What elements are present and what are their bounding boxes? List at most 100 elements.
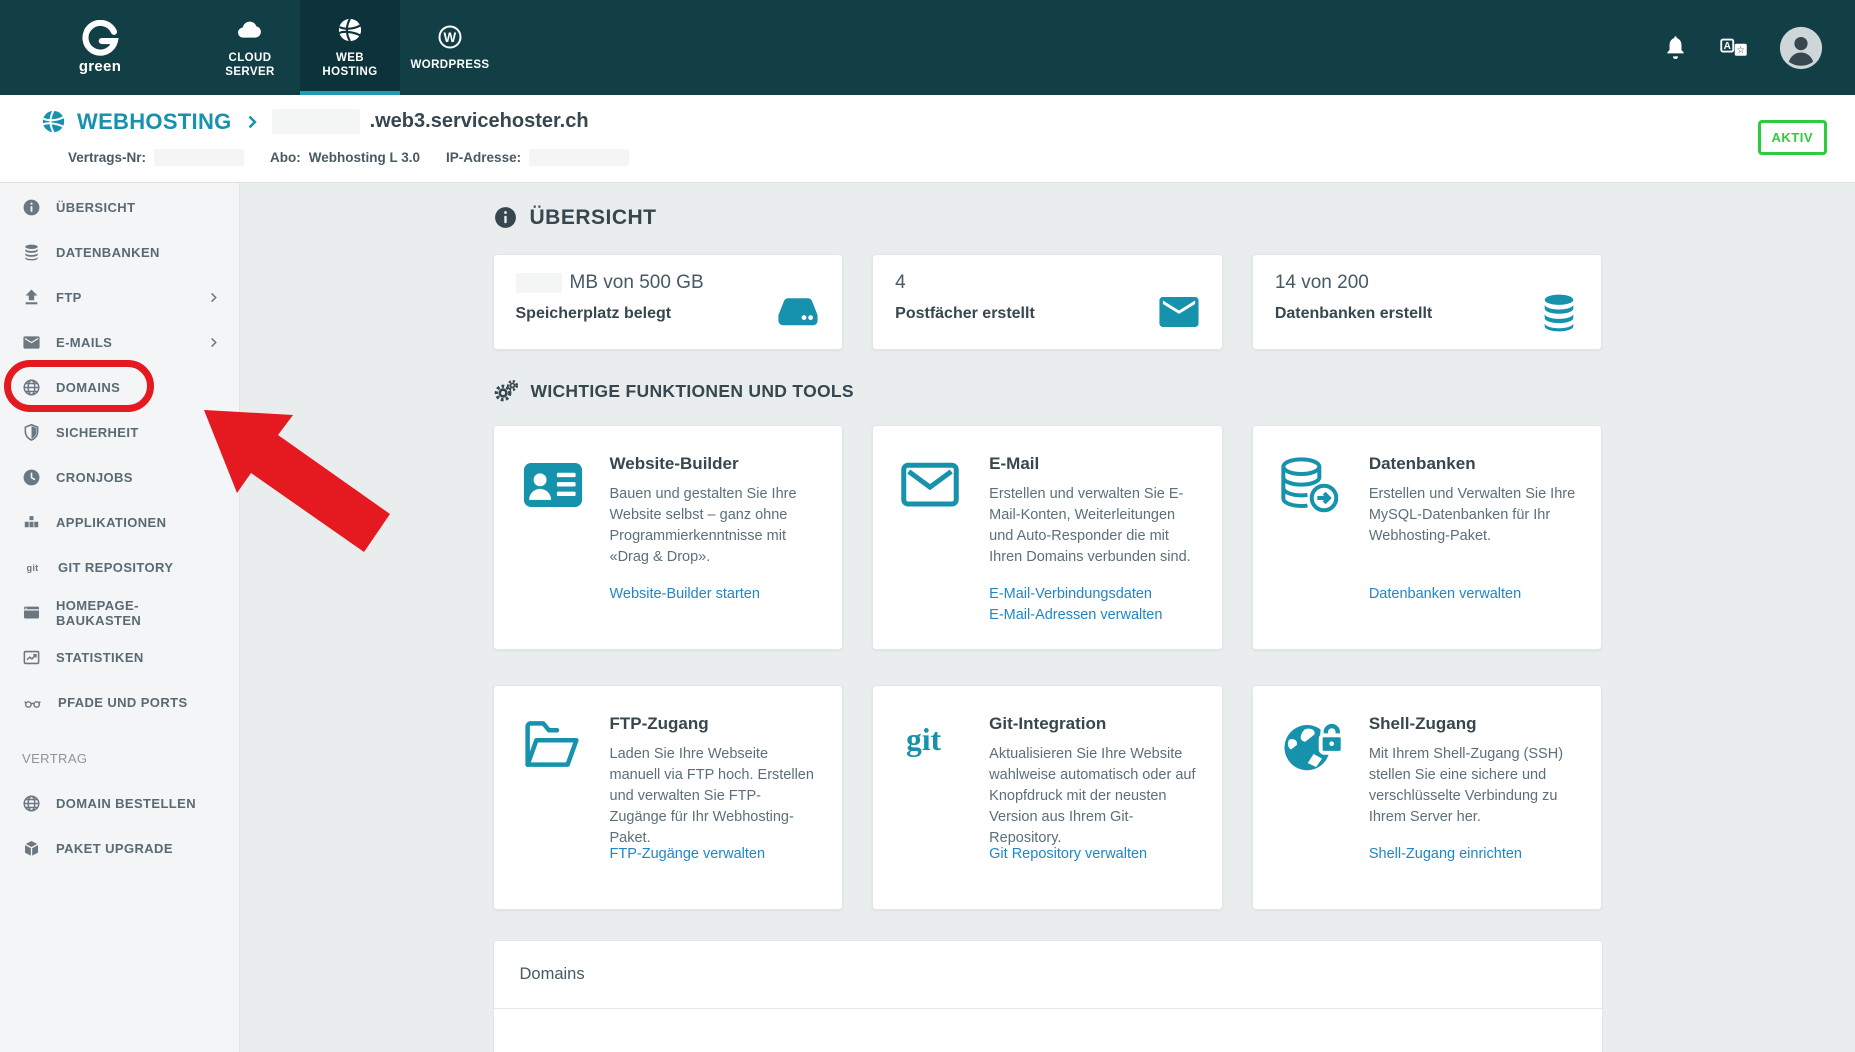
idcard-icon [518, 454, 590, 649]
tool-link-website-builder-starten[interactable]: Website-Builder starten [610, 584, 823, 605]
sidebar-item-git-repository[interactable]: git GIT REPOSITORY [0, 545, 239, 590]
tool-description: Aktualisieren Sie Ihre Website wahlweise… [989, 744, 1198, 849]
package-icon [22, 839, 41, 858]
mail-outline-icon [897, 454, 969, 649]
overview-heading: ÜBERSICHT [493, 205, 1603, 230]
wordpress-icon: W [436, 23, 464, 51]
stat-card-datenbanken-erstellt: 14 von 200 Datenbanken erstellt [1252, 254, 1603, 350]
redacted-ip-address [529, 149, 629, 166]
chevron-right-icon [206, 290, 221, 305]
navbar-right: A ☆ [1662, 0, 1855, 95]
stat-card-speicherplatz-belegt: MB von 500 GB Speicherplatz belegt [493, 254, 844, 350]
stat-card-postfa-cher-erstellt: 4 Postfächer erstellt [872, 254, 1223, 350]
browser-icon [22, 603, 41, 622]
tool-card-ftp-zugang: FTP-Zugang Laden Sie Ihre Webseite manue… [493, 685, 844, 910]
tool-card-git-integration: git Git-Integration Aktualisieren Sie Ih… [872, 685, 1223, 910]
contract-header: WEBHOSTING .web3.servicehoster.ch Vertra… [0, 95, 1855, 183]
sidebar-item-statistiken[interactable]: STATISTIKEN [0, 635, 239, 680]
sidebar-item-domain-bestellen[interactable]: DOMAIN BESTELLEN [0, 781, 239, 826]
sidebar-item-homepage-baukasten[interactable]: HOMEPAGE-BAUKASTEN [0, 590, 239, 635]
contract-meta: Vertrags-Nr: Abo: Webhosting L 3.0 IP-Ad… [68, 149, 629, 166]
chart-icon [22, 648, 41, 667]
tool-link-datenbanken-verwalten[interactable]: Datenbanken verwalten [1369, 584, 1582, 605]
tab-cloud-server[interactable]: CLOUD SERVER [200, 0, 300, 95]
globe-icon [22, 794, 41, 813]
sidebar-section-vertrag: VERTRAG [0, 736, 239, 781]
gears-icon [493, 378, 519, 404]
info-icon [493, 205, 518, 230]
sidebar-item-u-bersicht[interactable]: ÜBERSICHT [0, 185, 239, 230]
cloud-icon [236, 16, 264, 44]
database-arrow-icon [1277, 454, 1349, 649]
sidebar-item-datenbanken[interactable]: DATENBANKEN [0, 230, 239, 275]
mail-icon [22, 333, 41, 352]
svg-text:W: W [443, 30, 456, 45]
git-icon: git [22, 558, 43, 577]
tool-card-e-mail: E-Mail Erstellen und verwalten Sie E-Mai… [872, 425, 1223, 650]
stat-label: Datenbanken erstellt [1275, 305, 1580, 323]
tool-link-e-mail-verbindungsdaten[interactable]: E-Mail-Verbindungsdaten [989, 584, 1202, 605]
main-content: ÜBERSICHT MB von 500 GB Speicherplatz be… [240, 183, 1855, 1052]
sidebar-item-ftp[interactable]: FTP [0, 275, 239, 320]
tool-link-shell-zugang-einrichten[interactable]: Shell-Zugang einrichten [1369, 844, 1582, 865]
globe-lock-icon [1277, 714, 1349, 909]
tool-card-shell-zugang: Shell-Zugang Mit Ihrem Shell-Zugang (SSH… [1252, 685, 1603, 910]
tool-title: E-Mail [989, 454, 1198, 474]
tool-link-e-mail-adressen-verwalten[interactable]: E-Mail-Adressen verwalten [989, 605, 1202, 626]
sidebar-item-pfade-und-ports[interactable]: PFADE UND PORTS [0, 680, 239, 725]
breadcrumb: WEBHOSTING .web3.servicehoster.ch [40, 108, 589, 135]
svg-text:git: git [26, 563, 38, 573]
product-tabs: CLOUD SERVER WEB HOSTING W WORDPRESS [200, 0, 500, 95]
account-icon[interactable] [1779, 26, 1823, 70]
svg-text:A: A [1724, 41, 1731, 52]
stat-value: 4 [895, 272, 1200, 294]
tools-grid: Website-Builder Bauen und gestalten Sie … [493, 425, 1603, 910]
shield-icon [22, 423, 41, 442]
logo-label: green [79, 58, 121, 75]
tool-card-datenbanken: Datenbanken Erstellen und Verwalten Sie … [1252, 425, 1603, 650]
green-logo[interactable]: green [0, 0, 200, 95]
sidebar-item-paket-upgrade[interactable]: PAKET UPGRADE [0, 826, 239, 871]
tool-title: Website-Builder [610, 454, 819, 474]
tool-link-ftp-zuga-nge-verwalten[interactable]: FTP-Zugänge verwalten [610, 844, 823, 865]
svg-text:git: git [906, 722, 941, 757]
domains-panel: Domains [493, 940, 1603, 1052]
sidebar-item-applikationen[interactable]: APPLIKATIONEN [0, 500, 239, 545]
globe-icon [22, 378, 41, 397]
top-navbar: green CLOUD SERVER WEB HOSTING W WORDPRE… [0, 0, 1855, 95]
sidebar: ÜBERSICHT DATENBANKEN FTP E-MAILS DOMAIN… [0, 183, 240, 1052]
stat-database-icon [1537, 291, 1581, 335]
sidebar-item-domains[interactable]: DOMAINS [0, 365, 239, 410]
tool-description: Laden Sie Ihre Webseite manuell via FTP … [610, 744, 819, 849]
tool-description: Mit Ihrem Shell-Zugang (SSH) stellen Sie… [1369, 744, 1578, 828]
sidebar-item-e-mails[interactable]: E-MAILS [0, 320, 239, 365]
git-logo-icon: git [897, 714, 969, 909]
tab-wordpress[interactable]: W WORDPRESS [400, 0, 500, 95]
translate-icon[interactable]: A ☆ [1719, 33, 1749, 63]
tool-title: Datenbanken [1369, 454, 1578, 474]
storage-icon [774, 287, 822, 335]
tool-card-website-builder: Website-Builder Bauen und gestalten Sie … [493, 425, 844, 650]
redacted-contract-number [154, 149, 244, 166]
sidebar-item-sicherheit[interactable]: SICHERHEIT [0, 410, 239, 455]
tab-web-hosting[interactable]: WEB HOSTING [300, 0, 400, 95]
apps-icon [22, 513, 41, 532]
tool-description: Erstellen und verwalten Sie E-Mail-Konte… [989, 484, 1198, 568]
stat-label: Postfächer erstellt [895, 305, 1200, 323]
domains-panel-title: Domains [494, 941, 1602, 1008]
contract-ip: IP-Adresse: [446, 149, 629, 166]
notifications-icon[interactable] [1662, 34, 1689, 61]
contract-number: Vertrags-Nr: [68, 149, 244, 166]
info-icon [22, 198, 41, 217]
redacted-subdomain [272, 109, 360, 134]
upload-icon [22, 288, 41, 307]
contract-abo: Abo: Webhosting L 3.0 [270, 150, 420, 165]
breadcrumb-webhosting-link[interactable]: WEBHOSTING [77, 109, 232, 135]
green-logo-icon [79, 20, 121, 62]
folder-open-icon [518, 714, 590, 909]
sphere-icon [336, 16, 364, 44]
tool-link-git-repository-verwalten[interactable]: Git Repository verwalten [989, 844, 1202, 865]
stat-mail-icon [1156, 289, 1202, 335]
glasses-icon [22, 693, 43, 712]
sidebar-item-cronjobs[interactable]: CRONJOBS [0, 455, 239, 500]
